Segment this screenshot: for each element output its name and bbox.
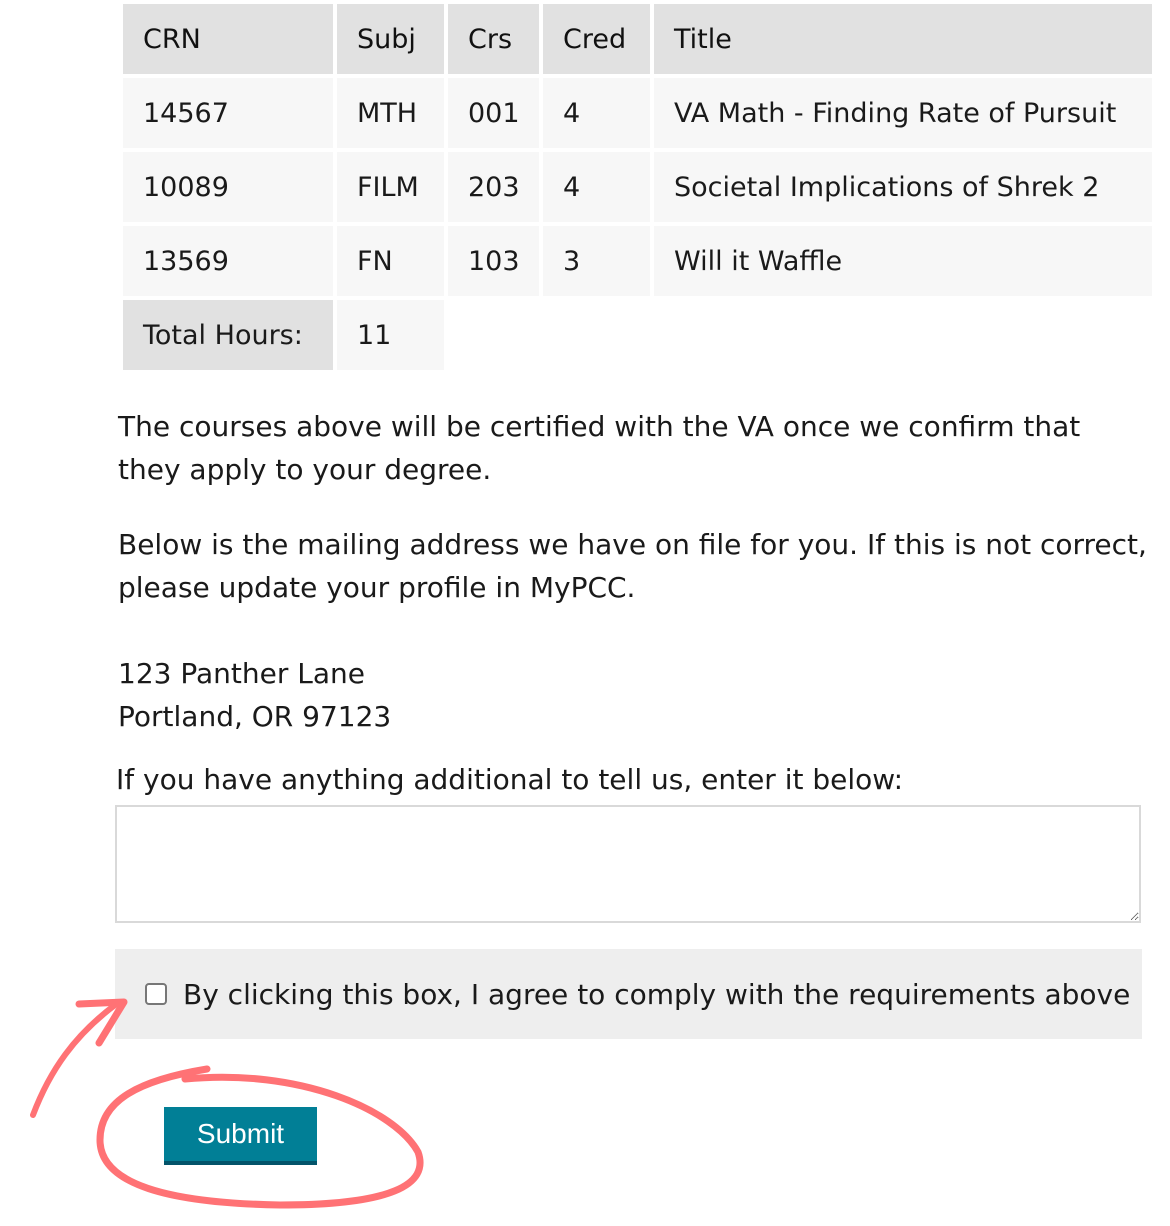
column-header-crn: CRN bbox=[123, 4, 333, 74]
address-line-1: 123 Panther Lane bbox=[118, 657, 365, 690]
mailing-address: 123 Panther Lane Portland, OR 97123 bbox=[118, 652, 1148, 738]
address-note: Below is the mailing address we have on … bbox=[118, 528, 1147, 604]
address-line-2: Portland, OR 97123 bbox=[118, 700, 392, 733]
cell-crn: 14567 bbox=[123, 78, 333, 148]
cell-subj: MTH bbox=[337, 78, 444, 148]
certification-note: The courses above will be certified with… bbox=[118, 410, 1081, 486]
table-row: 14567 MTH 001 4 VA Math - Finding Rate o… bbox=[123, 78, 1152, 148]
cell-cred: 3 bbox=[543, 226, 650, 296]
cell-subj: FILM bbox=[337, 152, 444, 222]
total-hours-row: Total Hours: 11 bbox=[123, 300, 1152, 370]
arrow-annotation-icon bbox=[30, 998, 128, 1118]
table-header-row: CRN Subj Crs Cred Title bbox=[123, 4, 1152, 74]
empty-cell bbox=[448, 300, 1152, 370]
table-row: 13569 FN 103 3 Will it Waffle bbox=[123, 226, 1152, 296]
cell-title: Societal Implications of Shrek 2 bbox=[654, 152, 1152, 222]
agreement-panel: By clicking this box, I agree to comply … bbox=[115, 949, 1142, 1039]
total-hours-value: 11 bbox=[337, 300, 444, 370]
column-header-cred: Cred bbox=[543, 4, 650, 74]
notes-label: If you have anything additional to tell … bbox=[116, 763, 904, 796]
cell-subj: FN bbox=[337, 226, 444, 296]
agree-label[interactable]: By clicking this box, I agree to comply … bbox=[183, 978, 1130, 1011]
cell-crs: 001 bbox=[448, 78, 539, 148]
cell-crn: 10089 bbox=[123, 152, 333, 222]
column-header-title: Title bbox=[654, 4, 1152, 74]
column-header-subj: Subj bbox=[337, 4, 444, 74]
agree-checkbox[interactable] bbox=[145, 983, 167, 1005]
column-header-crs: Crs bbox=[448, 4, 539, 74]
courses-table: CRN Subj Crs Cred Title 14567 MTH 001 4 … bbox=[119, 0, 1156, 374]
cell-cred: 4 bbox=[543, 152, 650, 222]
cell-title: Will it Waffle bbox=[654, 226, 1152, 296]
cell-crs: 103 bbox=[448, 226, 539, 296]
submit-button[interactable]: Submit bbox=[164, 1107, 317, 1165]
cell-cred: 4 bbox=[543, 78, 650, 148]
additional-notes-textarea[interactable] bbox=[115, 805, 1141, 923]
cell-crs: 203 bbox=[448, 152, 539, 222]
cell-title: VA Math - Finding Rate of Pursuit bbox=[654, 78, 1152, 148]
table-row: 10089 FILM 203 4 Societal Implications o… bbox=[123, 152, 1152, 222]
cell-crn: 13569 bbox=[123, 226, 333, 296]
total-hours-label: Total Hours: bbox=[123, 300, 333, 370]
